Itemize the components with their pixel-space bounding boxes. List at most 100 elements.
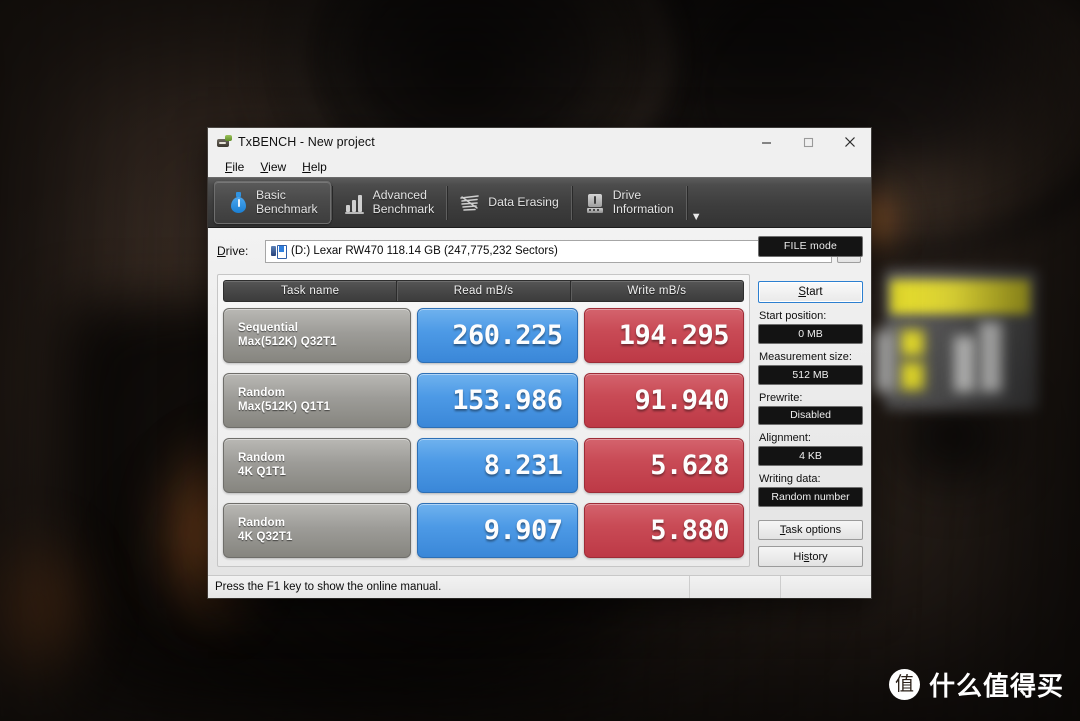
column-header-write: Write mB/s xyxy=(569,281,743,301)
menu-help-rest: elp xyxy=(310,159,327,174)
titlebar[interactable]: TxBENCH - New project xyxy=(208,128,871,156)
task-name-cell: Sequential Max(512K) Q32T1 xyxy=(223,308,411,363)
read-value: 8.231 xyxy=(483,450,563,481)
file-mode-label: FILE mode xyxy=(783,240,838,253)
alignment-field[interactable]: 4 KB xyxy=(758,446,863,466)
task-name-line2: Max(512K) Q1T1 xyxy=(238,400,331,413)
prewrite-value: Disabled xyxy=(790,409,831,422)
history-button[interactable]: History xyxy=(758,546,863,567)
task-name-line1: Random xyxy=(238,452,286,464)
prewrite-field[interactable]: Disabled xyxy=(758,405,863,426)
tab-advanced-line2: Benchmark xyxy=(372,201,435,216)
erase-wave-icon xyxy=(459,191,481,215)
menu-view-rest: iew xyxy=(268,159,287,174)
menubar: File View Help xyxy=(208,156,871,177)
file-mode-indicator[interactable]: FILE mode xyxy=(758,236,863,257)
table-row[interactable]: Random 4K Q1T1 8.231 5.628 xyxy=(223,438,744,493)
read-value: 153.986 xyxy=(452,385,563,416)
column-header-read: Read mB/s xyxy=(396,281,569,301)
menu-file[interactable]: File xyxy=(217,158,252,176)
status-message: Press the F1 key to show the online manu… xyxy=(215,581,442,593)
tab-advanced-line1: Advanced xyxy=(372,187,427,202)
tab-drive-information[interactable]: Drive Information xyxy=(572,182,686,223)
results-header-row: Task name Read mB/s Write mB/s xyxy=(223,280,744,302)
tab-advanced-benchmark-label: Advanced Benchmark xyxy=(372,187,435,216)
tab-data-erasing-label: Data Erasing xyxy=(488,194,559,210)
watermark-logo-icon: 值 xyxy=(888,669,920,700)
watermark: 值 什么值得买 xyxy=(888,666,1064,703)
tab-basic-benchmark[interactable]: Basic Benchmark xyxy=(214,181,331,224)
write-value-cell: 91.940 xyxy=(583,373,744,428)
menu-view[interactable]: View xyxy=(252,158,294,176)
task-name-cell: Random Max(512K) Q1T1 xyxy=(223,373,411,428)
start-position-label: Start position: xyxy=(759,310,827,323)
measurement-size-field[interactable]: 512 MB xyxy=(758,364,863,385)
task-options-button[interactable]: Task options xyxy=(758,519,863,541)
tab-drive-information-label: Drive Information xyxy=(612,187,674,216)
alignment-label: Alignment: xyxy=(759,432,811,445)
write-value-cell: 5.628 xyxy=(583,438,744,493)
alignment-value: 4 KB xyxy=(799,450,822,463)
table-row[interactable]: Random 4K Q32T1 9.907 5.880 xyxy=(223,503,744,558)
control-sidebar: FILE mode Start Start position: 0 MB Mea… xyxy=(758,236,863,567)
writing-data-label: Writing data: xyxy=(759,472,821,485)
drive-select[interactable]: (D:) Lexar RW470 118.14 GB (247,775,232 … xyxy=(265,239,832,263)
drive-app-icon xyxy=(216,134,232,150)
read-value: 260.225 xyxy=(452,320,563,351)
task-name-line1: Sequential xyxy=(238,322,299,334)
read-value-cell: 153.986 xyxy=(417,373,578,428)
writing-data-field[interactable]: Random number xyxy=(758,486,863,507)
writing-data-value: Random number xyxy=(771,490,850,503)
write-value: 194.295 xyxy=(618,320,730,351)
task-name-cell: Random 4K Q1T1 xyxy=(223,438,411,493)
statusbar-panel-2 xyxy=(780,576,871,598)
window-body: Drive: (D:) Lexar RW470 118.14 GB (247,7… xyxy=(208,228,871,575)
measurement-size-label: Measurement size: xyxy=(759,350,852,363)
tab-erasing-line1: Data Erasing xyxy=(488,194,559,209)
start-position-value: 0 MB xyxy=(798,328,823,341)
task-name-line2: 4K Q32T1 xyxy=(238,530,293,543)
tab-basic-line2: Benchmark xyxy=(256,201,318,216)
tab-data-erasing[interactable]: Data Erasing xyxy=(447,182,570,223)
chevron-down-icon[interactable]: ▼ xyxy=(691,211,702,227)
start-button[interactable]: Start xyxy=(758,280,863,304)
task-options-label: Task options xyxy=(779,523,842,536)
table-row[interactable]: Random Max(512K) Q1T1 153.986 91.940 xyxy=(223,373,744,428)
tab-drive-line2: Information xyxy=(612,201,674,216)
task-name-line2: 4K Q1T1 xyxy=(238,465,287,478)
drive-info-icon xyxy=(584,191,606,215)
measurement-size-value: 512 MB xyxy=(792,368,829,381)
drive-label: Drive: xyxy=(217,244,249,258)
history-label: History xyxy=(793,550,828,563)
task-name-line1: Random xyxy=(238,517,286,529)
maximize-button[interactable] xyxy=(787,128,829,156)
tab-advanced-benchmark[interactable]: Advanced Benchmark xyxy=(332,182,447,223)
drive-selected-value: (D:) Lexar RW470 118.14 GB (247,775,232 … xyxy=(291,245,558,257)
tabstrip: Basic Benchmark Advanced Benchmark Data … xyxy=(208,177,871,228)
write-value-cell: 5.880 xyxy=(583,503,744,558)
watermark-text: 什么值得买 xyxy=(928,672,1064,702)
read-value-cell: 8.231 xyxy=(417,438,578,493)
start-button-label: Start xyxy=(798,285,823,298)
window-controls xyxy=(745,128,871,156)
write-value: 5.880 xyxy=(650,515,729,546)
tab-drive-line1: Drive xyxy=(612,187,642,202)
write-value-cell: 194.295 xyxy=(583,308,744,363)
write-value: 5.628 xyxy=(650,450,729,481)
write-value: 91.940 xyxy=(634,385,729,416)
bar-chart-icon xyxy=(344,191,366,215)
stopwatch-icon xyxy=(227,191,249,215)
read-value: 9.907 xyxy=(483,515,563,546)
task-name-cell: Random 4K Q32T1 xyxy=(223,503,411,558)
disk-icon xyxy=(271,244,287,259)
minimize-button[interactable] xyxy=(745,128,787,156)
statusbar-panel-1 xyxy=(689,576,780,598)
tab-separator-4 xyxy=(685,185,687,220)
txbench-window: TxBENCH - New project File View Help Bas… xyxy=(208,128,871,598)
start-position-field[interactable]: 0 MB xyxy=(758,324,863,344)
table-row[interactable]: Sequential Max(512K) Q32T1 260.225 194.2… xyxy=(223,308,744,363)
menu-help[interactable]: Help xyxy=(294,158,335,176)
results-panel: Task name Read mB/s Write mB/s Sequentia… xyxy=(217,274,750,567)
tab-basic-benchmark-label: Basic Benchmark xyxy=(256,188,318,216)
close-button[interactable] xyxy=(829,128,871,156)
